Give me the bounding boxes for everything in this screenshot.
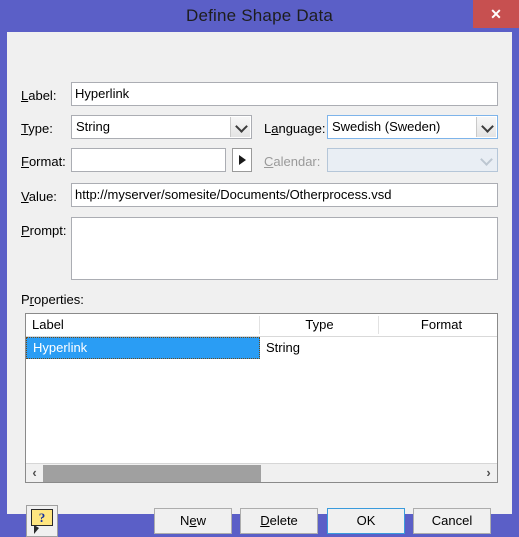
value-field-label: Value: xyxy=(21,189,57,204)
prompt-textarea[interactable] xyxy=(71,217,498,280)
scrollbar-thumb[interactable] xyxy=(43,465,261,482)
triangle-right-icon xyxy=(239,155,246,165)
dialog-client-area: Label: Hyperlink Type: String Language: … xyxy=(7,32,512,537)
scroll-right-arrow-icon[interactable]: › xyxy=(480,464,497,482)
column-header-type[interactable]: Type xyxy=(260,314,379,336)
language-combobox[interactable]: Swedish (Sweden) xyxy=(327,115,498,139)
properties-rest-text: operties: xyxy=(34,292,84,307)
horizontal-scrollbar[interactable]: ‹ › xyxy=(26,463,497,482)
help-question-icon: ? xyxy=(31,509,53,526)
column-header-type-text: Type xyxy=(305,317,334,332)
title-bar: Define Shape Data ✕ xyxy=(0,0,519,32)
new-button[interactable]: New xyxy=(154,508,232,534)
value-input[interactable]: http://myserver/somesite/Documents/Other… xyxy=(71,183,498,207)
format-input[interactable] xyxy=(71,148,226,172)
type-rest-text: ype: xyxy=(28,121,53,136)
properties-list-header: Label Type Format xyxy=(26,314,497,337)
value-accel-char: V xyxy=(21,189,29,204)
column-header-format-text: Format xyxy=(420,317,463,332)
window-title: Define Shape Data xyxy=(185,6,334,25)
calendar-combobox-button xyxy=(476,150,496,170)
format-accel-char: F xyxy=(21,154,29,169)
table-row[interactable]: Hyperlink String xyxy=(26,337,497,359)
label-rest-text: abel: xyxy=(28,88,57,103)
prompt-accel-char: P xyxy=(21,223,30,238)
type-combobox-value: String xyxy=(76,119,110,134)
row-cell-label[interactable]: Hyperlink xyxy=(26,337,260,359)
column-header-format[interactable]: Format xyxy=(379,314,497,336)
calendar-rest-text: alendar: xyxy=(273,154,321,169)
chevron-down-icon xyxy=(234,120,248,133)
help-balloon-tail-icon xyxy=(34,525,39,534)
delete-button[interactable]: Delete xyxy=(240,508,318,534)
format-expand-button[interactable] xyxy=(232,148,252,172)
prompt-field-label: Prompt: xyxy=(21,223,67,238)
language-combobox-button[interactable] xyxy=(476,117,496,137)
calendar-field-label: Calendar: xyxy=(264,154,320,169)
row-cell-type[interactable]: String xyxy=(262,337,385,359)
properties-prefix-text: P xyxy=(21,292,30,307)
type-combobox-button[interactable] xyxy=(230,117,250,137)
close-button[interactable]: ✕ xyxy=(473,0,519,28)
label-input[interactable]: Hyperlink xyxy=(71,82,498,106)
column-header-label-text: Label xyxy=(32,317,64,332)
value-rest-text: alue: xyxy=(28,189,57,204)
define-shape-data-dialog: Define Shape Data ✕ Label: Hyperlink Typ… xyxy=(0,0,519,537)
format-field-label: Format: xyxy=(21,154,66,169)
prompt-rest-text: rompt: xyxy=(29,223,67,238)
ok-button[interactable]: OK xyxy=(327,508,405,534)
properties-section-label: Properties: xyxy=(21,292,84,307)
help-button[interactable]: ? xyxy=(26,505,58,537)
language-field-label: Language: xyxy=(264,121,325,136)
column-header-label[interactable]: Label xyxy=(26,314,260,336)
chevron-down-icon xyxy=(480,153,493,166)
format-rest-text: ormat: xyxy=(28,154,66,169)
language-combobox-value: Swedish (Sweden) xyxy=(332,119,441,134)
calendar-accel-char: C xyxy=(264,154,274,169)
type-combobox[interactable]: String xyxy=(71,115,252,139)
chevron-down-icon xyxy=(480,120,494,133)
label-field-label: Label: xyxy=(21,88,56,103)
properties-list[interactable]: Label Type Format Hyperlink String ‹ › xyxy=(25,313,498,483)
language-rest-text: nguage: xyxy=(278,121,326,136)
scroll-left-arrow-icon[interactable]: ‹ xyxy=(26,464,43,482)
cancel-button[interactable]: Cancel xyxy=(413,508,491,534)
calendar-combobox xyxy=(327,148,498,172)
type-field-label: Type: xyxy=(21,121,53,136)
